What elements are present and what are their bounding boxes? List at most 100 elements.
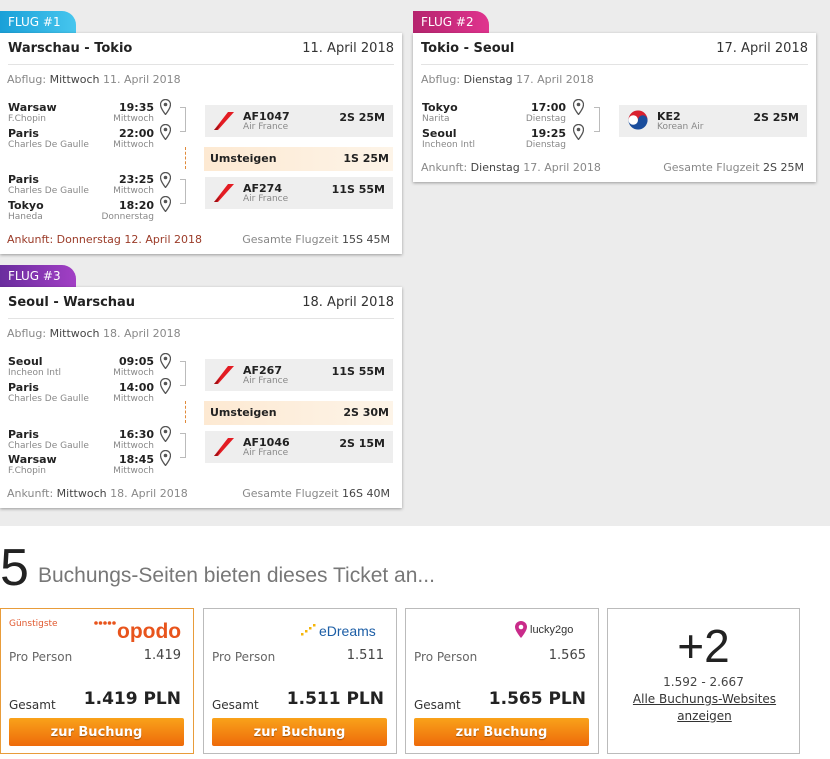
location-pin-icon[interactable]	[160, 196, 171, 212]
stop-day: Dienstag	[525, 114, 566, 124]
per-person-price: 1.511	[346, 648, 384, 663]
flight-tab-2: FLUG #2	[413, 11, 489, 33]
stop-time: 18:20	[118, 199, 154, 212]
stop-time: 18:45	[118, 453, 154, 466]
total-price: 1.565 PLN	[488, 689, 586, 709]
offer-card-edreams[interactable]: eDreams Pro Person 1.511 Gesamt 1.511 PL…	[203, 608, 397, 754]
stop-destination: Tokyo Haneda 18:20 Donnerstag	[8, 199, 154, 223]
segment-duration: 11S 55M	[331, 365, 385, 378]
flight-card-header: Warschau - Tokio 11. April 2018	[8, 33, 394, 65]
total-value: 16S 40M	[342, 487, 390, 500]
flight-segment[interactable]: KE2 Korean Air 2S 25M	[619, 105, 807, 137]
flight-details-area: FLUG #1 Warschau - Tokio 11. April 2018 …	[0, 0, 830, 526]
stop-day: Mittwoch	[113, 368, 154, 378]
offer-card-lucky2go[interactable]: lucky2go Pro Person 1.565 Gesamt 1.565 P…	[405, 608, 599, 754]
departure-label: Abflug:	[7, 73, 47, 86]
per-person-label: Pro Person	[212, 650, 276, 664]
airline-name: Air France	[243, 194, 289, 204]
total-label: Gesamt	[212, 698, 259, 712]
total-label: Gesamte Flugzeit	[663, 161, 760, 174]
arrival-date: 17. April 2018	[523, 161, 601, 174]
booking-section: 5 Buchungs-Seiten bieten dieses Ticket a…	[0, 526, 830, 759]
more-offers-card[interactable]: +2 1.592 - 2.667 Alle Buchungs-Websites …	[607, 608, 800, 754]
location-pin-icon[interactable]	[160, 378, 171, 394]
location-pin-icon[interactable]	[160, 450, 171, 466]
segment-duration: 11S 55M	[331, 183, 385, 196]
departure-date: 18. April 2018	[103, 327, 181, 340]
flight-card-2: Tokio - Seoul 17. April 2018 Abflug: Die…	[413, 33, 816, 182]
arrival-label: Ankunft:	[421, 161, 468, 174]
stop-day: Mittwoch	[113, 441, 154, 451]
location-pin-icon[interactable]	[160, 426, 171, 442]
arrival-date: 18. April 2018	[110, 487, 188, 500]
book-button-lucky2go[interactable]: zur Buchung	[414, 718, 589, 746]
korean-air-logo-icon	[628, 110, 648, 130]
total-label: Gesamt	[414, 698, 461, 712]
route-title: Tokio - Seoul	[421, 41, 515, 56]
all-booking-sites-link[interactable]: Alle Buchungs-Websites anzeigen	[628, 691, 781, 725]
airline-name: Korean Air	[657, 122, 704, 132]
departure-day: Dienstag	[463, 73, 513, 86]
flight-segment[interactable]: AF1047 Air France 2S 25M	[205, 105, 393, 137]
route-title: Seoul - Warschau	[8, 295, 136, 310]
layover-duration: 1S 25M	[343, 152, 389, 165]
stop-day: Mittwoch	[113, 186, 154, 196]
location-pin-icon[interactable]	[160, 124, 171, 140]
arrival-day: Dienstag	[470, 161, 520, 174]
flight-card-header: Seoul - Warschau 18. April 2018	[8, 287, 394, 319]
stop-time: 19:25	[530, 127, 566, 140]
departure-date: 17. April 2018	[516, 73, 594, 86]
stop-day: Donnerstag	[101, 212, 154, 222]
stop-day: Mittwoch	[113, 114, 154, 124]
air-france-logo-icon	[214, 438, 234, 456]
book-button-opodo[interactable]: zur Buchung	[9, 718, 184, 746]
cheapest-badge: Günstigste	[9, 619, 58, 629]
layover-label: Umsteigen	[210, 406, 277, 419]
lucky2go-logo-text: lucky2go	[530, 624, 573, 636]
per-person-label: Pro Person	[414, 650, 478, 664]
offer-card-opodo[interactable]: Günstigste opodo Pro Person 1.419 Gesamt…	[0, 608, 194, 754]
location-pin-icon[interactable]	[160, 172, 171, 188]
arrival-value: Donnerstag 12. April 2018	[56, 233, 202, 246]
segment-bracket	[180, 179, 186, 204]
arrival-info: Ankunft: Dienstag 17. April 2018	[421, 161, 601, 174]
location-pin-icon[interactable]	[573, 99, 584, 115]
stop-day: Mittwoch	[113, 394, 154, 404]
stop-time: 14:00	[118, 381, 154, 394]
total-label: Gesamt	[9, 698, 56, 712]
layover-bar: Umsteigen 2S 30M	[204, 401, 393, 425]
total-value: 15S 45M	[342, 233, 390, 246]
flight-card-1: Warschau - Tokio 11. April 2018 Abflug: …	[0, 33, 402, 254]
air-france-logo-icon	[214, 184, 234, 202]
airline-name: Air France	[243, 376, 289, 386]
stop-transfer-departure: Paris Charles De Gaulle 16:30 Mittwoch	[8, 429, 154, 452]
edreams-logo-text: eDreams	[319, 623, 376, 639]
location-pin-icon[interactable]	[160, 99, 171, 115]
per-person-price: 1.419	[143, 648, 181, 663]
book-button-edreams[interactable]: zur Buchung	[212, 718, 387, 746]
segment-bracket	[594, 107, 600, 132]
segment-duration: 2S 25M	[339, 111, 385, 124]
price-range: 1.592 - 2.667	[663, 675, 744, 689]
flight-segment[interactable]: AF267 Air France 11S 55M	[205, 359, 393, 391]
flight-card-header: Tokio - Seoul 17. April 2018	[421, 33, 808, 65]
stop-day: Mittwoch	[113, 466, 154, 476]
edreams-logo: eDreams	[301, 623, 376, 639]
location-pin-icon[interactable]	[160, 353, 171, 369]
flight-date: 11. April 2018	[302, 41, 394, 56]
flight-segment[interactable]: AF274 Air France 11S 55M	[205, 177, 393, 209]
stop-destination: Seoul Incheon Intl 19:25 Dienstag	[422, 127, 566, 151]
flight-segment[interactable]: AF1046 Air France 2S 15M	[205, 431, 393, 463]
airline-name: Air France	[243, 448, 289, 458]
opodo-logo-text: opodo	[117, 620, 181, 642]
segment-bracket	[180, 361, 186, 386]
departure-info: Abflug: Mittwoch 11. April 2018	[7, 73, 181, 86]
total-label: Gesamte Flugzeit	[242, 487, 339, 500]
location-pin-icon[interactable]	[573, 124, 584, 140]
flight-date: 18. April 2018	[302, 295, 394, 310]
air-france-logo-icon	[214, 112, 234, 130]
segment-bracket	[180, 433, 186, 458]
total-label: Gesamte Flugzeit	[242, 233, 339, 246]
flight-card-3: Seoul - Warschau 18. April 2018 Abflug: …	[0, 287, 402, 508]
lucky2go-logo: lucky2go	[515, 621, 573, 638]
